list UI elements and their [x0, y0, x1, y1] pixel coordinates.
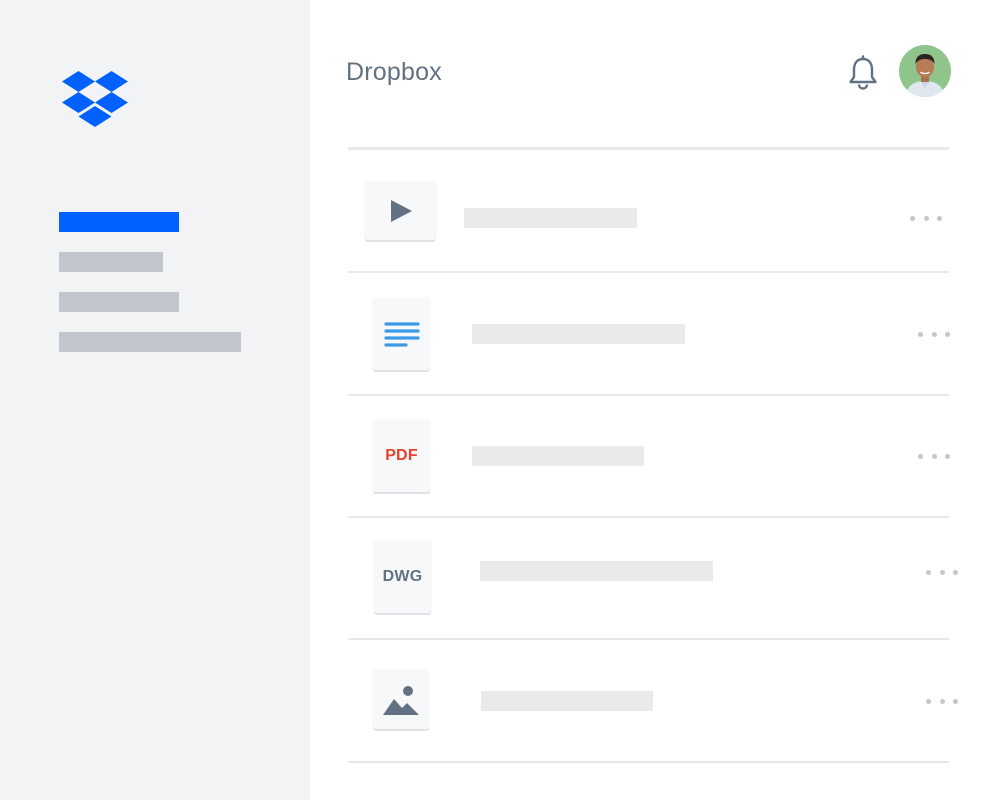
row-divider [348, 761, 949, 763]
file-thumbnail: PDF [373, 420, 430, 492]
bell-icon[interactable] [846, 55, 880, 91]
file-name-placeholder [472, 324, 685, 344]
main-content: Dropbox PDF DWG [310, 0, 990, 800]
file-name-placeholder [480, 561, 713, 581]
file-row[interactable]: PDF [348, 396, 950, 518]
file-row[interactable]: DWG [348, 518, 958, 640]
more-options-button[interactable] [926, 567, 958, 577]
file-row[interactable] [348, 273, 950, 396]
file-name-placeholder [472, 446, 644, 466]
play-icon [390, 200, 412, 222]
sidebar-nav-item[interactable] [59, 252, 163, 272]
file-name-placeholder [481, 691, 653, 711]
avatar-image [899, 45, 951, 97]
image-icon [383, 685, 419, 715]
file-thumbnail [373, 670, 429, 729]
dwg-file-label: DWG [382, 568, 423, 585]
more-options-button[interactable] [918, 329, 950, 339]
more-options-button[interactable] [918, 451, 950, 461]
file-thumbnail: DWG [374, 541, 431, 613]
sidebar [0, 0, 310, 800]
file-row[interactable] [348, 150, 949, 273]
sidebar-nav-item-active[interactable] [59, 212, 179, 232]
more-options-button[interactable] [910, 213, 942, 223]
pdf-file-label: PDF [385, 447, 418, 464]
file-thumbnail [365, 182, 436, 240]
dropbox-logo-icon[interactable] [62, 71, 128, 127]
user-avatar[interactable] [899, 45, 951, 97]
file-name-placeholder [464, 208, 637, 228]
more-options-button[interactable] [926, 696, 958, 706]
document-lines-icon [383, 322, 420, 347]
page-title: Dropbox [346, 58, 442, 86]
sidebar-nav-item[interactable] [59, 332, 241, 352]
sidebar-nav-item[interactable] [59, 292, 179, 312]
file-row[interactable] [348, 640, 958, 763]
file-thumbnail [373, 298, 430, 370]
